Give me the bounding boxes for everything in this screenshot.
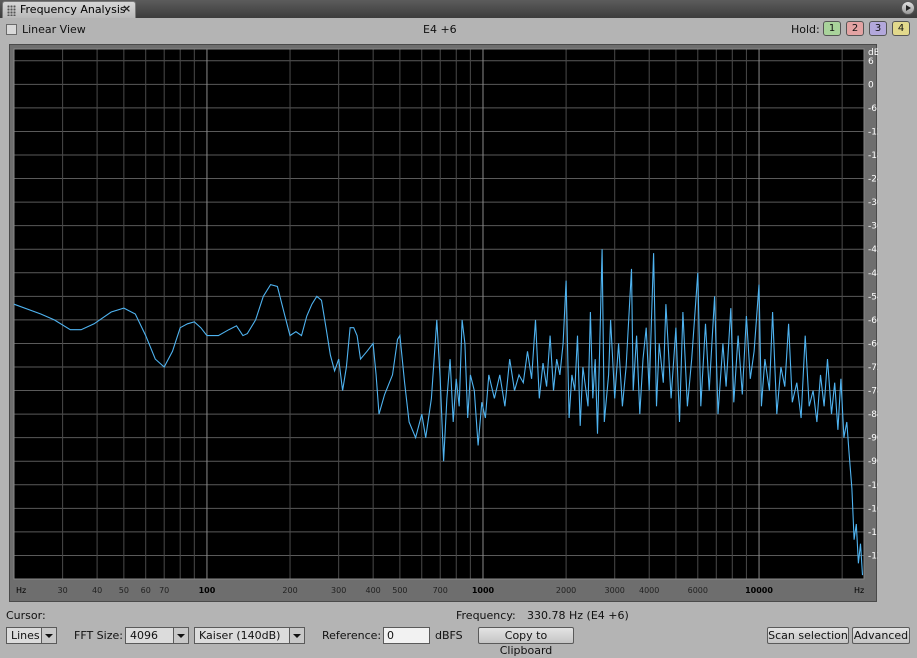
y-tick-label: 6 [868,57,874,67]
y-tick-label: -48 [868,269,878,279]
x-tick-label: 1000 [472,586,495,595]
reference-input[interactable]: 0 [383,627,430,644]
y-tick-label: -6 [868,104,877,114]
spectrum-plot[interactable]: 60-6-12-18-24-30-36-42-48-54-60-66-72-78… [10,45,878,603]
cursor-label: Cursor: [6,609,46,622]
y-tick-label: -72 [868,363,878,373]
y-tick-label: -66 [868,339,878,349]
x-tick-label: 3000 [605,586,625,595]
x-tick-label: 400 [366,586,381,595]
y-tick-label: -12 [868,127,878,137]
x-tick-label: 100 [199,586,216,595]
scan-selection-button[interactable]: Scan selection [767,627,849,644]
frequency-readout: 330.78 Hz (E4 +6) [527,609,629,622]
y-tick-label: -24 [868,175,878,185]
drag-grip-icon[interactable] [7,5,16,16]
frequency-chart[interactable]: 60-6-12-18-24-30-36-42-48-54-60-66-72-78… [9,44,878,603]
y-tick-label: 0 [868,80,874,90]
hold-button-1[interactable]: 1 [823,21,841,36]
x-axis-label: Hz [854,586,864,595]
display-mode-select[interactable]: Lines [6,627,57,644]
y-axis-label: dB [868,48,878,58]
fft-size-label: FFT Size: [74,629,123,642]
y-tick-label: -96 [868,457,878,467]
window-select[interactable]: Kaiser (140dB) [194,627,305,644]
linear-view-label: Linear View [22,23,86,36]
reference-unit: dBFS [435,629,463,642]
x-tick-label: 40 [92,586,102,595]
note-readout: E4 +6 [423,23,457,36]
y-tick-label: -60 [868,316,878,326]
x-axis-label: Hz [16,586,26,595]
x-tick-label: 2000 [556,586,576,595]
y-tick-label: -102 [868,481,878,491]
y-tick-label: -54 [868,292,878,302]
x-tick-label: 4000 [639,586,659,595]
y-tick-label: -18 [868,151,878,161]
window-value: Kaiser (140dB) [199,629,281,642]
fft-size-select[interactable]: 4096 [125,627,189,644]
y-tick-label: -114 [868,528,878,538]
chevron-down-icon[interactable] [41,628,56,643]
x-tick-label: 6000 [688,586,708,595]
advanced-button[interactable]: Advanced [852,627,910,644]
y-tick-label: -36 [868,222,878,232]
frequency-label: Frequency: [456,609,516,622]
display-mode-value: Lines [11,629,40,642]
plot-background [14,49,864,579]
tab-frequency-analysis[interactable]: Frequency Analysis × [2,1,136,18]
fft-size-value: 4096 [130,629,158,642]
hold-button-3[interactable]: 3 [869,21,887,36]
y-tick-label: -84 [868,410,878,420]
y-tick-label: -90 [868,434,878,444]
hold-button-4[interactable]: 4 [892,21,910,36]
x-tick-label: 60 [141,586,151,595]
x-tick-label: 50 [119,586,129,595]
panel-tab-bar: Frequency Analysis × [0,0,917,18]
hold-button-2[interactable]: 2 [846,21,864,36]
panel-menu-icon[interactable] [901,1,915,15]
hold-label: Hold: [791,23,820,36]
x-tick-label: 10000 [745,586,773,595]
copy-to-clipboard-button[interactable]: Copy to Clipboard [478,627,574,657]
x-tick-label: 500 [392,586,407,595]
y-tick-label: -120 [868,551,878,561]
x-tick-label: 700 [433,586,448,595]
x-tick-label: 30 [58,586,68,595]
x-tick-label: 300 [331,586,346,595]
chevron-down-icon[interactable] [289,628,304,643]
reference-label: Reference: [322,629,382,642]
linear-view-checkbox[interactable] [6,24,17,35]
y-tick-label: -30 [868,198,878,208]
y-tick-label: -78 [868,387,878,397]
x-tick-label: 70 [159,586,169,595]
tab-title: Frequency Analysis [20,3,126,16]
chevron-down-icon[interactable] [173,628,188,643]
y-tick-label: -108 [868,504,878,514]
close-icon[interactable]: × [122,2,131,15]
x-tick-label: 200 [282,586,297,595]
y-tick-label: -42 [868,245,878,255]
